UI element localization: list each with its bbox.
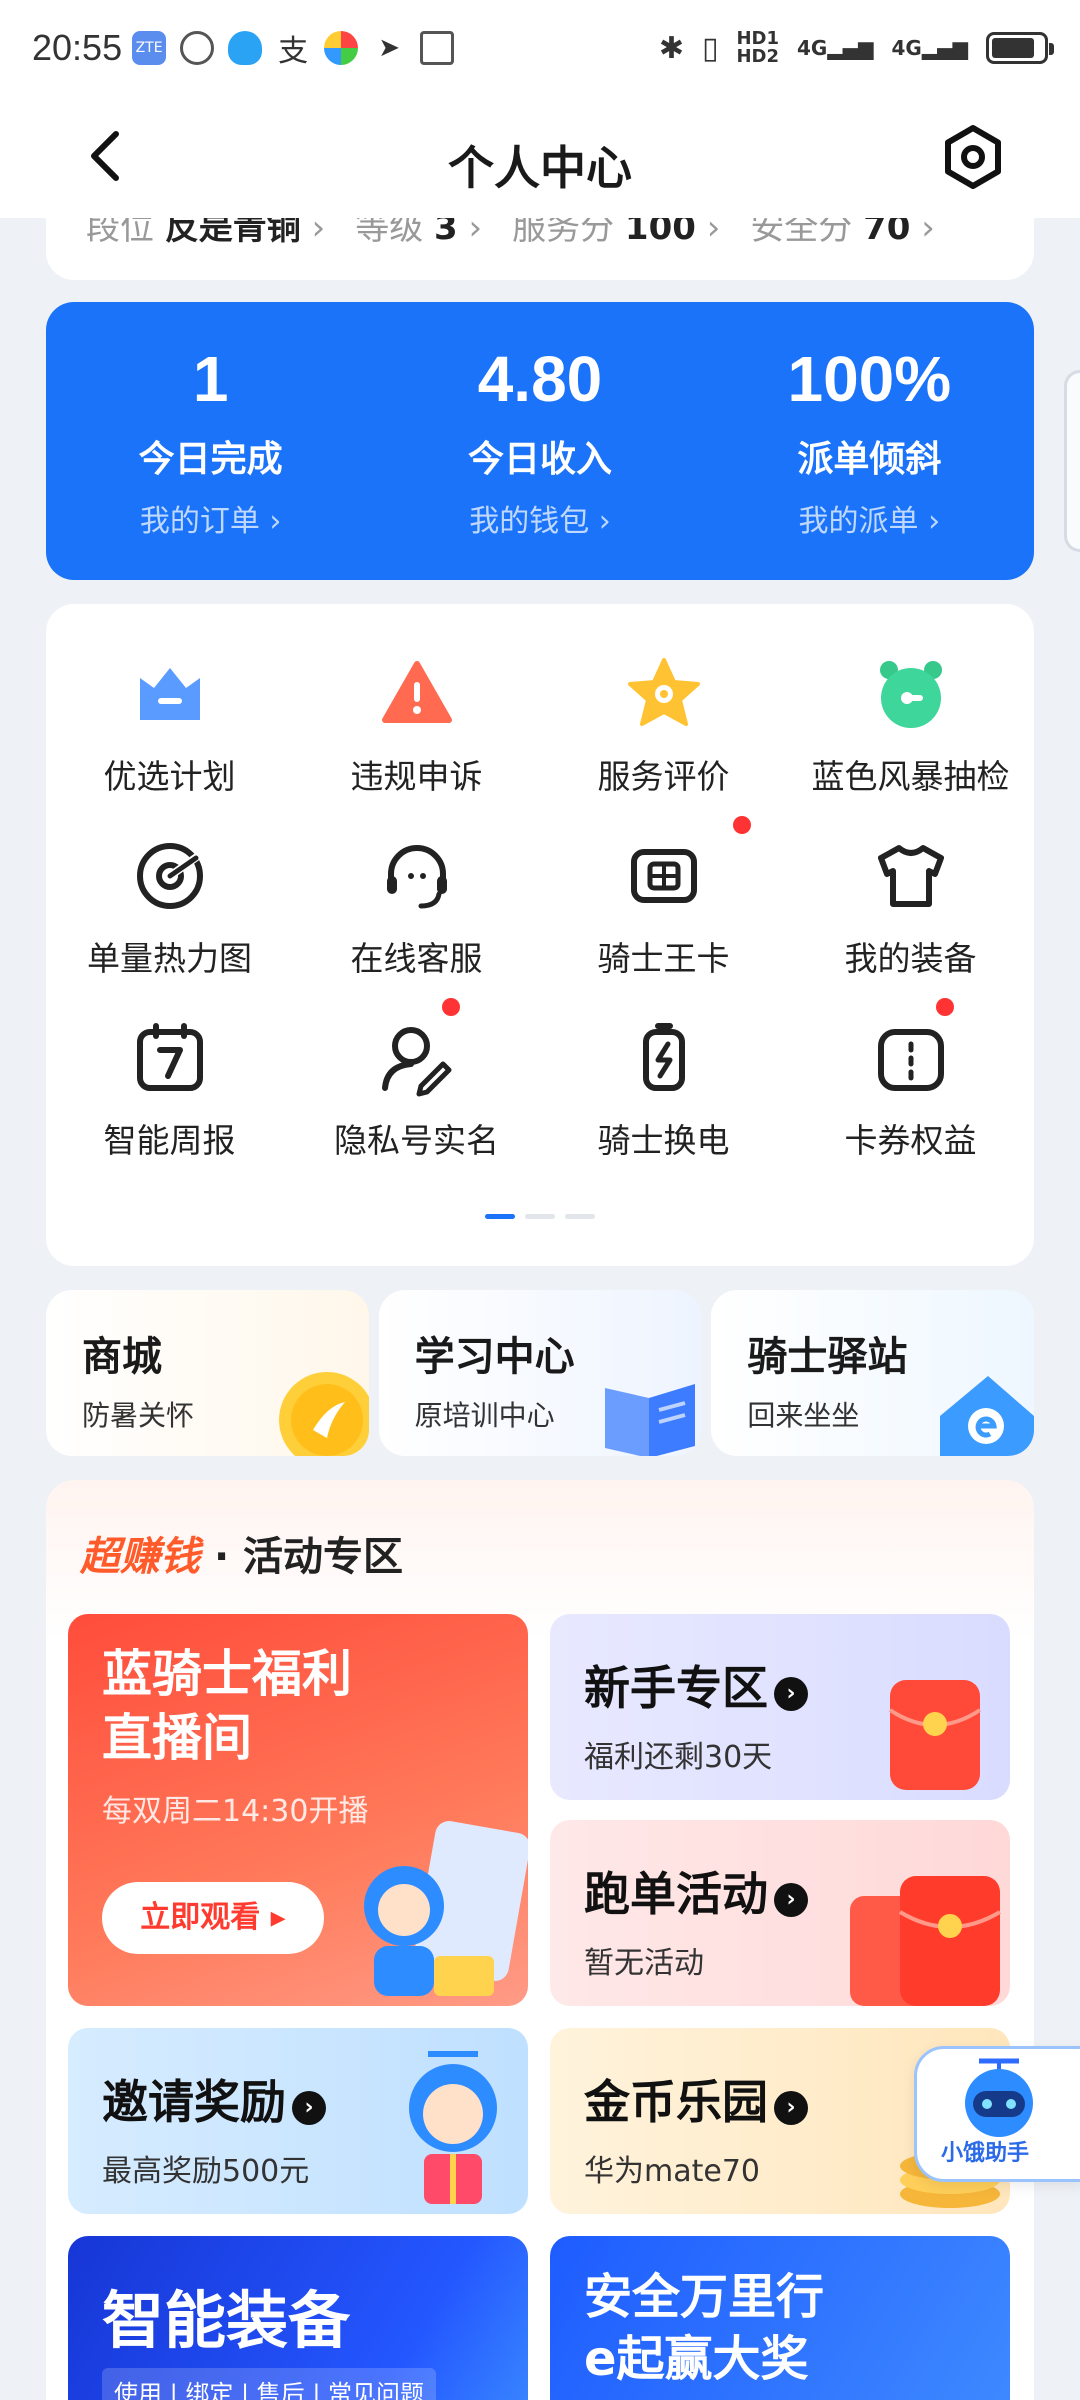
red-dot-badge [935,998,954,1016]
qq-icon [228,31,263,65]
newbie-zone-tile[interactable]: 新手专区 › 福利还剩30天 [550,1614,1010,1800]
book-icon [605,1384,696,1456]
assistant-float-button[interactable]: 小饿助手 [914,2046,1080,2182]
knight-station-card[interactable]: 骑士驿站 回来坐坐 [711,1290,1035,1456]
notification-icons: ZTE 支 ➤ [132,31,455,69]
stat-label: 今日完成 [138,439,283,480]
tshirt-icon [877,845,944,907]
feature-grid-card: 优选计划 违规申诉 服务评价 蓝色风暴抽检 单量热力图 在线客服 骑士王卡 我的… [46,604,1034,1266]
stat-value: 1 [192,343,229,415]
my-dispatch-link[interactable]: 我的派单 › [705,496,1034,540]
sim-card-icon [630,849,697,903]
crown-icon [139,668,200,720]
red-dot-badge [732,816,751,834]
calendar-7-icon [136,1023,203,1091]
stat-dispatch[interactable]: 100% 派单倾斜 我的派单 › [705,302,1034,580]
arrow-right-icon: › [774,1883,808,1917]
star-icon [627,658,700,726]
pager-dot [525,1214,555,1219]
grid-item-privacy-number[interactable]: 隐私号实名 [293,998,540,1162]
bluetooth-icon: ✱ [658,30,684,66]
watch-now-button[interactable]: 立即观看 ▸ [102,1882,324,1954]
vibrate-icon: ▯ [701,30,719,66]
stat-completed[interactable]: 1 今日完成 我的订单 › [46,302,375,580]
mascot-gift-icon [409,2051,497,2204]
grid-item-online-service[interactable]: 在线客服 [293,836,540,980]
grid-item-knight-card[interactable]: 骑士王卡 [540,816,787,980]
gear-hexagon-icon[interactable] [940,124,1006,190]
grid-item-weekly-report[interactable]: 智能周报 [46,1018,293,1162]
chat-icon [180,31,215,65]
smart-equipment-tile[interactable]: 智能装备 使用 | 绑定 | 售后 | 常见问题 [68,2236,528,2400]
side-drawer-handle[interactable] [1064,370,1080,552]
stat-label: 派单倾斜 [797,439,942,480]
grid-item-blue-storm[interactable]: 蓝色风暴抽检 [787,654,1034,798]
grid-item-preferred-plan[interactable]: 优选计划 [46,654,293,798]
house-icon [940,1376,1035,1456]
page-title: 个人中心 [448,141,632,195]
pager-dot-active [485,1214,515,1219]
quick-entry-row: 商城 防暑关怀 学习中心 原培训中心 骑士驿站 回来坐坐 [46,1290,1035,1456]
gallery-icon [420,31,455,65]
running-activity-tile[interactable]: 跑单活动 › 暂无活动 [550,1820,1010,2006]
status-time: 20:55 [32,27,123,68]
battery-swap-icon [642,1023,685,1091]
arrow-right-icon: › [292,2091,326,2125]
arrow-right-icon: › [774,2091,808,2125]
alarm-clock-icon [879,661,942,728]
grid-item-my-equipment[interactable]: 我的装备 [787,836,1034,980]
activity-zone: 超赚钱 · 活动专区 蓝骑士福利 直播间 每双周二14:30开播 立即观看 ▸ 新… [46,1480,1034,2400]
grid-item-coupons[interactable]: 卡券权益 [787,998,1034,1162]
coupon-icon [877,1029,944,1091]
today-stats-card: 1 今日完成 我的订单 › 4.80 今日收入 我的钱包 › 100% 派单倾斜… [46,302,1034,580]
stat-label: 今日收入 [467,439,612,480]
grid-item-appeal[interactable]: 违规申诉 [293,654,540,798]
signal-icon-2: 4G▂▄▆ [891,36,969,60]
zte-app-icon: ZTE [132,31,167,65]
alipay-icon: 支 [278,34,309,69]
arrow-right-icon: › [774,1677,808,1711]
red-dot-badge [441,998,460,1016]
learning-center-card[interactable]: 学习中心 原培训中心 [378,1290,702,1456]
stat-value: 4.80 [477,343,603,415]
status-bar: 20:55 ZTE 支 ➤ ✱ ▯ HD1 HD2 4G▂▄▆ 4G▂▄▆ [0,0,1080,96]
my-orders-link[interactable]: 我的订单 › [46,496,375,540]
mall-card[interactable]: 商城 防暑关怀 [46,1290,369,1456]
color-app-icon [324,31,359,65]
gold-coin-icon [278,1372,369,1456]
grid-item-service-rating[interactable]: 服务评价 [540,654,787,798]
signal-icon-1: 4G▂▄▆ [797,36,874,60]
red-envelope-icon [888,1680,982,1790]
grid-pager[interactable] [46,1214,1034,1219]
hd-icon: HD1 HD2 [736,28,779,67]
pager-dot [565,1214,595,1219]
safety-campaign-tile[interactable]: 安全万里行 e起赢大奖 [550,2236,1010,2400]
activity-title: 超赚钱 · 活动专区 [80,1534,404,1580]
battery-icon [986,32,1054,64]
headset-icon [386,845,447,909]
send-icon: ➤ [378,33,400,63]
warning-triangle-icon [381,661,452,723]
target-icon [136,843,203,909]
stat-value: 100% [787,343,952,415]
stat-income[interactable]: 4.80 今日收入 我的钱包 › [375,302,704,580]
system-icons: ✱ ▯ HD1 HD2 4G▂▄▆ 4G▂▄▆ [658,28,1054,67]
welfare-live-tile[interactable]: 蓝骑士福利 直播间 每双周二14:30开播 立即观看 ▸ [68,1614,528,2006]
page-header: 个人中心 [0,96,1080,218]
user-edit-icon [381,1027,451,1097]
invite-reward-tile[interactable]: 邀请奖励 › 最高奖励500元 [68,2028,528,2214]
red-envelope-icon [850,1876,1002,2006]
grid-item-heatmap[interactable]: 单量热力图 [46,836,293,980]
robot-mascot-icon [965,2058,1033,2137]
my-wallet-link[interactable]: 我的钱包 › [375,496,704,540]
rider-mascot-illustration [364,1821,528,1996]
grid-item-battery-swap[interactable]: 骑士换电 [540,1018,787,1162]
